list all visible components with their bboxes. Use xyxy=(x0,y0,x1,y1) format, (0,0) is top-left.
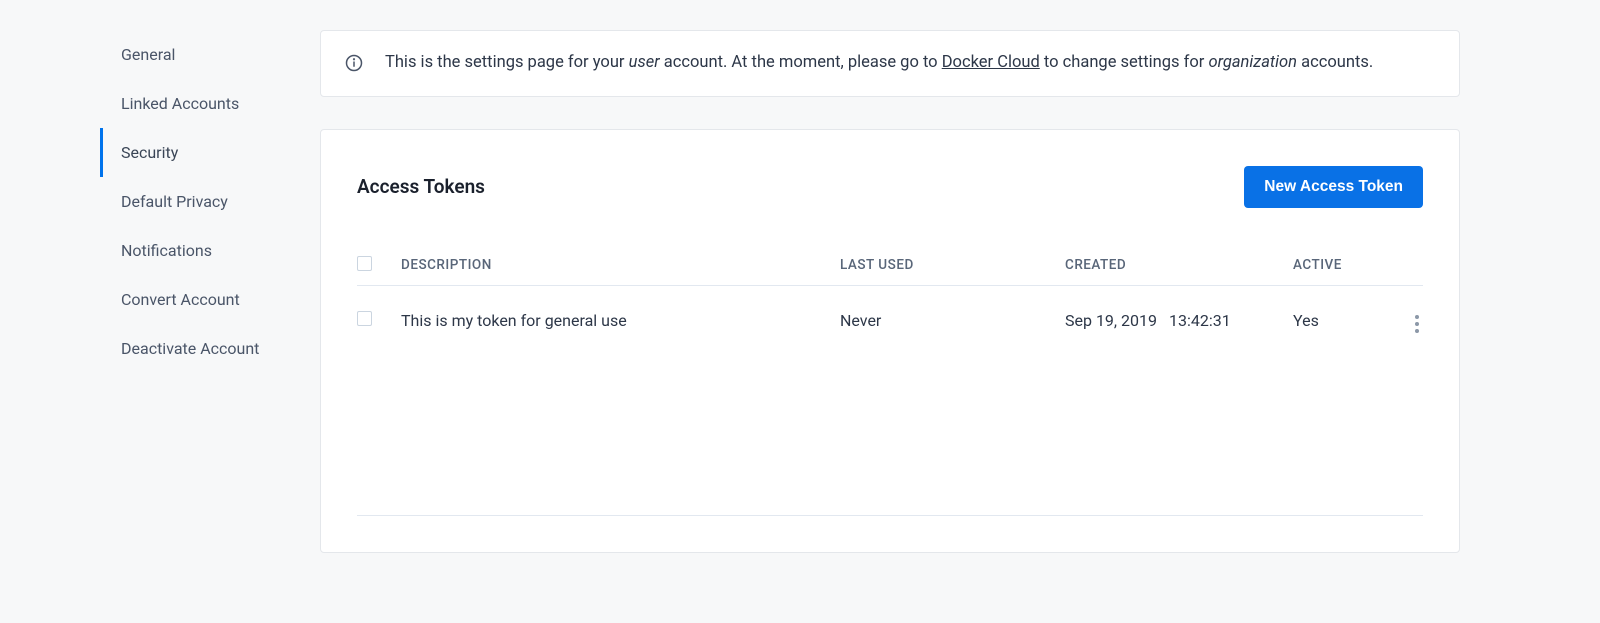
token-description: This is my token for general use xyxy=(401,311,840,330)
column-header-last-used: LAST USED xyxy=(840,257,1065,273)
column-header-description: DESCRIPTION xyxy=(401,257,840,273)
column-header-active: ACTIVE xyxy=(1293,257,1393,273)
sidebar-item-security[interactable]: Security xyxy=(100,128,320,177)
token-created-date: Sep 19, 2019 xyxy=(1065,311,1157,330)
new-access-token-button[interactable]: New Access Token xyxy=(1244,166,1423,208)
row-checkbox[interactable] xyxy=(357,311,372,326)
table-header-row: DESCRIPTION LAST USED CREATED ACTIVE xyxy=(357,246,1423,286)
token-created: Sep 19, 2019 13:42:31 xyxy=(1065,311,1293,330)
sidebar-item-label: Default Privacy xyxy=(121,192,228,211)
sidebar-item-label: Notifications xyxy=(121,241,212,260)
token-active: Yes xyxy=(1293,311,1393,330)
sidebar-item-label: Security xyxy=(121,143,178,162)
sidebar-item-label: General xyxy=(121,45,175,64)
sidebar-item-linked-accounts[interactable]: Linked Accounts xyxy=(100,79,320,128)
token-created-time: 13:42:31 xyxy=(1169,311,1231,330)
table-bottom-divider xyxy=(357,515,1423,516)
column-header-created: CREATED xyxy=(1065,257,1293,273)
sidebar-item-deactivate-account[interactable]: Deactivate Account xyxy=(100,324,320,373)
access-tokens-card: Access Tokens New Access Token DESCRIPTI… xyxy=(320,129,1460,553)
sidebar-item-convert-account[interactable]: Convert Account xyxy=(100,275,320,324)
sidebar-item-general[interactable]: General xyxy=(100,30,320,79)
card-header: Access Tokens New Access Token xyxy=(357,166,1423,208)
card-title: Access Tokens xyxy=(357,175,485,198)
sidebar-item-default-privacy[interactable]: Default Privacy xyxy=(100,177,320,226)
table-row: This is my token for general use Never S… xyxy=(357,286,1423,355)
sidebar-item-label: Linked Accounts xyxy=(121,94,239,113)
info-banner: This is the settings page for your user … xyxy=(320,30,1460,97)
select-all-checkbox[interactable] xyxy=(357,256,372,271)
token-last-used: Never xyxy=(840,311,1065,330)
more-actions-icon[interactable] xyxy=(1411,311,1423,337)
tokens-table: DESCRIPTION LAST USED CREATED ACTIVE Thi… xyxy=(357,246,1423,516)
settings-sidebar: General Linked Accounts Security Default… xyxy=(100,30,320,553)
info-icon xyxy=(345,54,363,72)
main-content: This is the settings page for your user … xyxy=(320,30,1460,553)
docker-cloud-link[interactable]: Docker Cloud xyxy=(942,53,1040,72)
sidebar-item-label: Convert Account xyxy=(121,290,240,309)
info-banner-text: This is the settings page for your user … xyxy=(385,51,1373,76)
sidebar-item-notifications[interactable]: Notifications xyxy=(100,226,320,275)
sidebar-item-label: Deactivate Account xyxy=(121,339,259,358)
